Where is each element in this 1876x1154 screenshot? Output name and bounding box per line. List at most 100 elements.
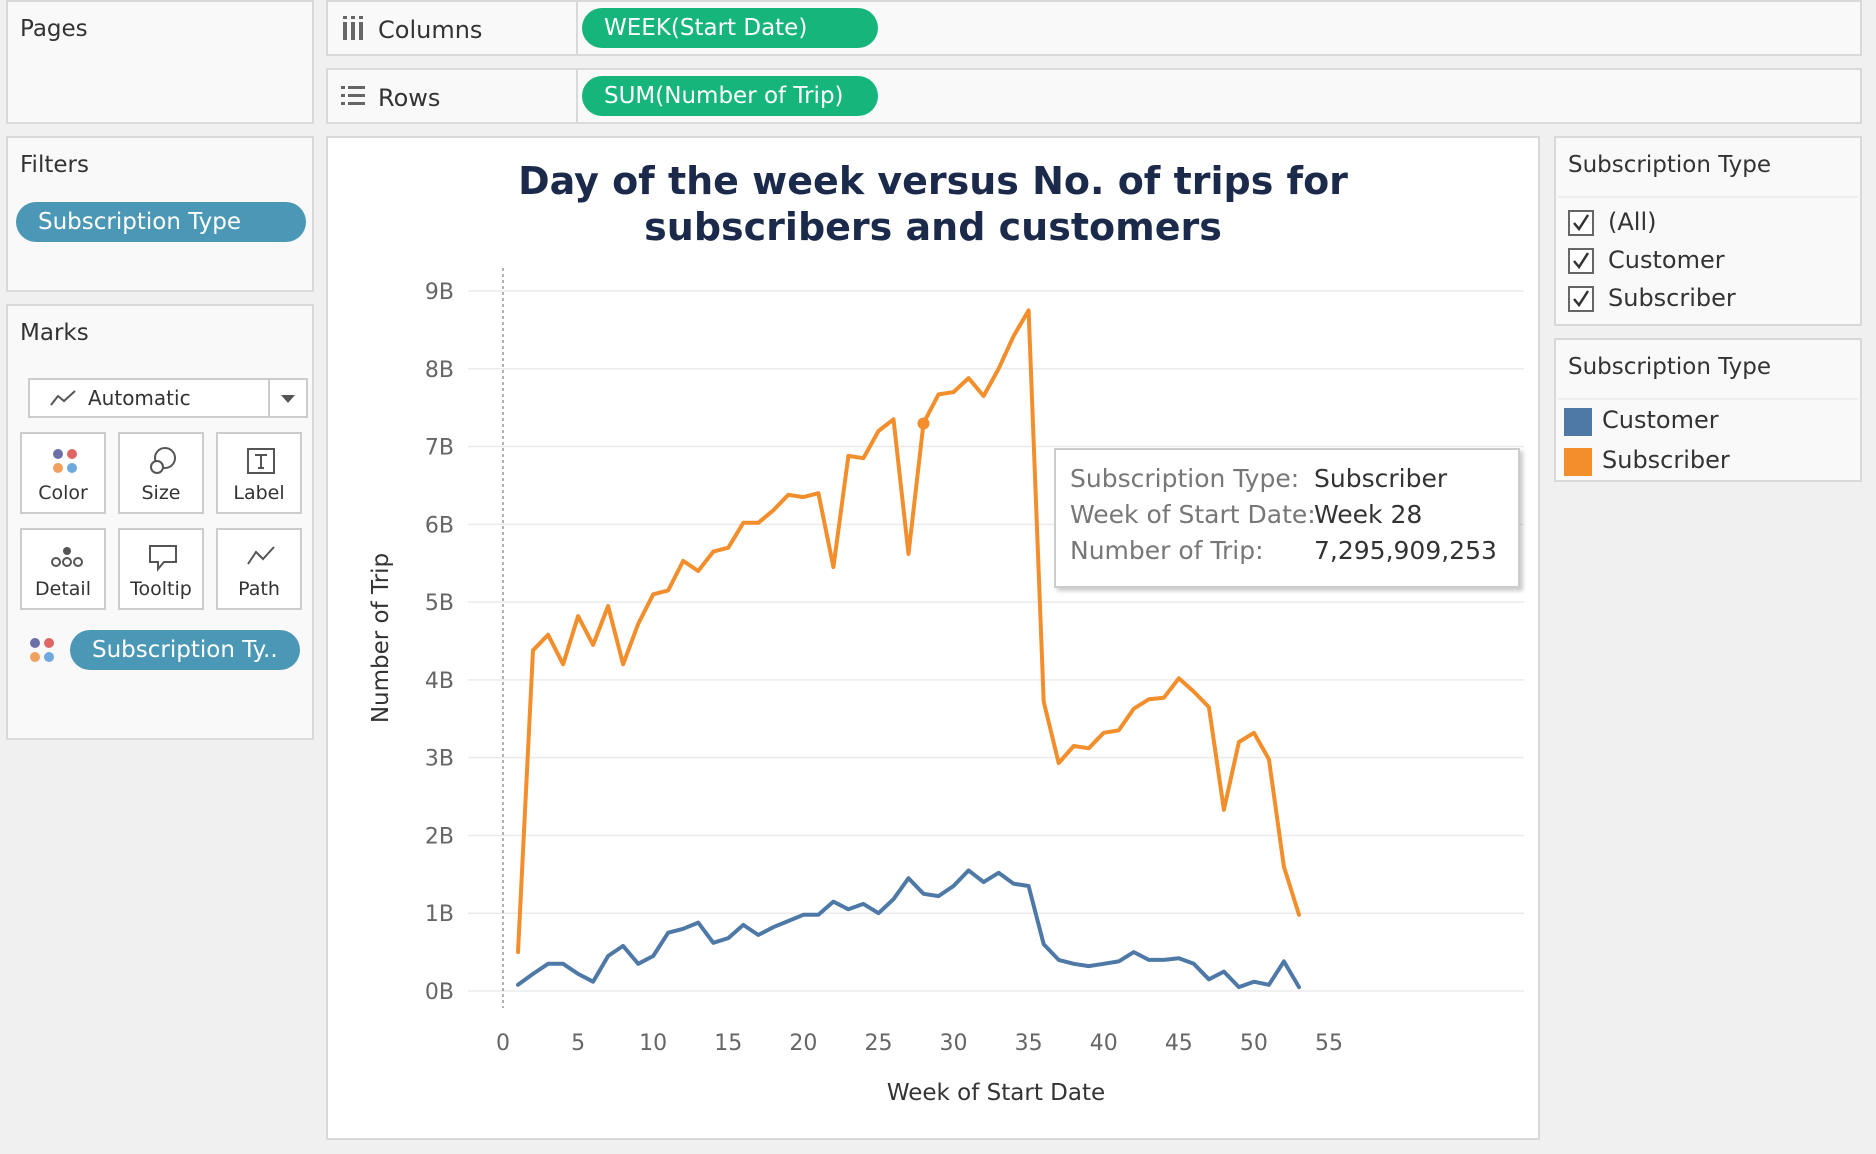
label-button-label: Label	[233, 482, 285, 504]
marks-title: Marks	[20, 320, 89, 346]
tooltip-row: Number of Trip: 7,295,909,253	[1070, 536, 1497, 565]
x-axis-title: Week of Start Date	[887, 1080, 1105, 1106]
chevron-down-icon	[281, 395, 295, 403]
y-tick-label: 2B	[425, 824, 454, 849]
label-button[interactable]: Label	[216, 432, 302, 514]
color-legend: Subscription Type Customer Subscriber	[1554, 338, 1862, 482]
detail-button-label: Detail	[35, 578, 91, 600]
filters-card: Filters Subscription Type	[6, 136, 314, 292]
check-icon	[1573, 214, 1590, 232]
columns-label: Columns	[378, 16, 483, 44]
x-tick-label: 20	[789, 1031, 817, 1056]
x-tick-label: 0	[496, 1031, 510, 1056]
detail-button[interactable]: Detail	[20, 528, 106, 610]
color-icon	[53, 449, 77, 473]
columns-shelf[interactable]: Columns WEEK(Start Date)	[326, 0, 1862, 56]
x-tick-label: 10	[639, 1031, 667, 1056]
legend-title: Subscription Type	[1568, 354, 1772, 380]
x-tick-label: 45	[1165, 1031, 1193, 1056]
marks-card: Marks Automatic Color Size Label Detail …	[6, 304, 314, 740]
color-icon	[30, 638, 54, 662]
tooltip-key: Subscription Type:	[1070, 464, 1300, 493]
line-mark-icon	[50, 390, 76, 406]
tooltip-value: 7,295,909,253	[1314, 536, 1497, 565]
y-tick-label: 4B	[425, 669, 454, 694]
tooltip-value: Week 28	[1314, 500, 1423, 529]
mark-type-label: Automatic	[88, 386, 191, 410]
path-button[interactable]: Path	[216, 528, 302, 610]
y-tick-label: 6B	[425, 513, 454, 538]
check-icon	[1573, 252, 1590, 270]
rows-icon	[341, 86, 365, 105]
filter-option-label: Subscriber	[1608, 284, 1736, 312]
legend-swatch	[1564, 448, 1592, 476]
legend-swatch	[1564, 408, 1592, 436]
tooltip-key: Number of Trip:	[1070, 536, 1264, 565]
tooltip-value: Subscriber	[1314, 464, 1448, 493]
subscription-filter-card: Subscription Type (All) Customer Subscri…	[1554, 136, 1862, 326]
y-tick-label: 8B	[425, 358, 454, 383]
color-button[interactable]: Color	[20, 432, 106, 514]
title-separator	[1558, 398, 1858, 400]
tooltip-icon	[149, 545, 177, 572]
chart-panel: Day of the week versus No. of trips for …	[326, 136, 1540, 1140]
x-tick-label: 55	[1315, 1031, 1343, 1056]
y-tick-label: 0B	[425, 980, 454, 1005]
tooltip-button[interactable]: Tooltip	[118, 528, 204, 610]
filter-card-title: Subscription Type	[1568, 152, 1772, 178]
size-button[interactable]: Size	[118, 432, 204, 514]
filter-pill[interactable]: Subscription Type	[16, 202, 306, 242]
y-tick-label: 7B	[425, 436, 454, 461]
tooltip-row: Week of Start Date:Week 28	[1070, 500, 1422, 529]
color-field-pill[interactable]: Subscription Ty..	[70, 630, 300, 670]
x-tick-label: 25	[864, 1031, 892, 1056]
check-icon	[1573, 290, 1590, 308]
series-line-customer	[516, 868, 1301, 990]
detail-icon	[51, 547, 83, 567]
tooltip-button-label: Tooltip	[130, 578, 192, 600]
tooltip-key: Week of Start Date:	[1070, 500, 1316, 529]
columns-icon	[343, 16, 363, 40]
y-tick-label: 1B	[425, 902, 454, 927]
path-icon	[247, 546, 275, 565]
x-tick-label: 5	[571, 1031, 585, 1056]
filter-option-label: (All)	[1608, 208, 1657, 236]
y-tick-label: 3B	[425, 747, 454, 772]
checkbox[interactable]	[1568, 210, 1594, 236]
color-button-label: Color	[38, 482, 88, 504]
x-tick-label: 15	[714, 1031, 742, 1056]
checkbox[interactable]	[1568, 286, 1594, 312]
y-tick-label: 5B	[425, 591, 454, 616]
rows-label: Rows	[378, 84, 441, 112]
title-separator	[1558, 196, 1858, 198]
checkbox[interactable]	[1568, 248, 1594, 274]
filter-option-label: Customer	[1608, 246, 1725, 274]
x-tick-label: 35	[1015, 1031, 1043, 1056]
mark-type-dropdown[interactable]: Automatic	[28, 378, 308, 418]
x-tick-label: 30	[940, 1031, 968, 1056]
rows-pill[interactable]: SUM(Number of Trip)	[582, 76, 878, 116]
x-tick-label: 50	[1240, 1031, 1268, 1056]
shelf-divider	[576, 70, 578, 122]
columns-pill[interactable]: WEEK(Start Date)	[582, 8, 878, 48]
tooltip-row: Subscription Type: Subscriber	[1070, 464, 1447, 493]
dropdown-separator	[268, 380, 270, 416]
pages-title: Pages	[20, 16, 88, 42]
pages-card: Pages	[6, 0, 314, 124]
path-button-label: Path	[238, 578, 280, 600]
rows-shelf[interactable]: Rows SUM(Number of Trip)	[326, 68, 1862, 124]
line-chart: 0B 1B 2B 3B 4B 5B 6B 7B 8B 9B 0 5 10 15 20 25 30 35 40 45 50…	[368, 268, 1524, 1106]
highlighted-point	[917, 417, 930, 430]
shelf-divider	[576, 2, 578, 54]
filters-title: Filters	[20, 152, 89, 178]
hover-tooltip: Subscription Type: Subscriber Week of Sta…	[1054, 448, 1520, 588]
size-icon	[150, 447, 176, 474]
size-button-label: Size	[141, 482, 181, 504]
legend-label: Subscriber	[1602, 446, 1730, 474]
y-axis-title: Number of Trip	[368, 553, 394, 723]
legend-label: Customer	[1602, 406, 1719, 434]
x-tick-label: 40	[1090, 1031, 1118, 1056]
text-label-icon	[247, 448, 275, 474]
y-tick-label: 9B	[425, 280, 454, 305]
series-line-subscriber	[516, 308, 1301, 955]
